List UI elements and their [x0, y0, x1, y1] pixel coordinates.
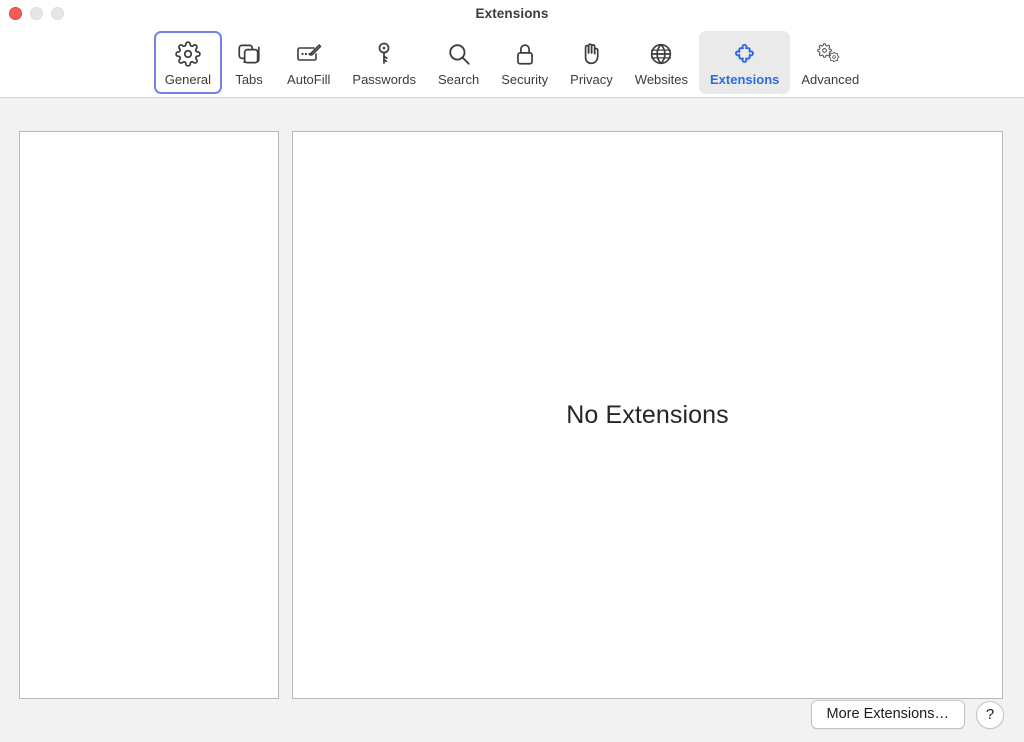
- toolbar-item-passwords[interactable]: Passwords: [341, 31, 427, 94]
- preferences-window: Extensions General Tabs: [0, 0, 1024, 742]
- toolbar-item-advanced[interactable]: Advanced: [790, 31, 870, 94]
- toolbar-item-label: Privacy: [570, 72, 613, 88]
- extension-detail-panel: No Extensions: [292, 131, 1003, 699]
- toolbar-item-search[interactable]: Search: [427, 31, 490, 94]
- gear-icon: [175, 39, 201, 69]
- toolbar-item-label: Websites: [635, 72, 688, 88]
- toolbar-item-label: General: [165, 72, 211, 88]
- toolbar-item-extensions[interactable]: Extensions: [699, 31, 790, 94]
- title-bar: Extensions: [0, 0, 1024, 28]
- autofill-icon: [295, 39, 323, 69]
- bottom-button-bar: More Extensions… ?: [811, 700, 1005, 729]
- extensions-list-panel[interactable]: [19, 131, 279, 699]
- toolbar-item-tabs[interactable]: Tabs: [222, 31, 276, 94]
- toolbar-item-label: Extensions: [710, 72, 779, 88]
- toolbar-item-label: Security: [501, 72, 548, 88]
- gears-icon: [816, 39, 844, 69]
- key-icon: [371, 39, 397, 69]
- puzzle-piece-icon: [731, 39, 758, 69]
- toolbar-item-label: Passwords: [352, 72, 416, 88]
- hand-icon: [578, 39, 604, 69]
- empty-state-message: No Extensions: [566, 401, 729, 430]
- tabs-icon: [236, 39, 262, 69]
- toolbar-item-label: AutoFill: [287, 72, 330, 88]
- more-extensions-button[interactable]: More Extensions…: [811, 700, 966, 729]
- toolbar-item-security[interactable]: Security: [490, 31, 559, 94]
- toolbar-item-label: Search: [438, 72, 479, 88]
- toolbar-item-websites[interactable]: Websites: [624, 31, 699, 94]
- content-area: No Extensions More Extensions… ?: [0, 98, 1024, 742]
- preferences-toolbar: General Tabs A: [0, 28, 1024, 98]
- toolbar-item-autofill[interactable]: AutoFill: [276, 31, 341, 94]
- toolbar-item-privacy[interactable]: Privacy: [559, 31, 624, 94]
- magnifier-icon: [446, 39, 472, 69]
- help-button[interactable]: ?: [976, 701, 1004, 729]
- toolbar-item-general[interactable]: General: [154, 31, 222, 94]
- lock-icon: [512, 39, 538, 69]
- globe-icon: [648, 39, 674, 69]
- toolbar-item-label: Advanced: [801, 72, 859, 88]
- toolbar-item-label: Tabs: [235, 72, 262, 88]
- window-title: Extensions: [0, 6, 1024, 21]
